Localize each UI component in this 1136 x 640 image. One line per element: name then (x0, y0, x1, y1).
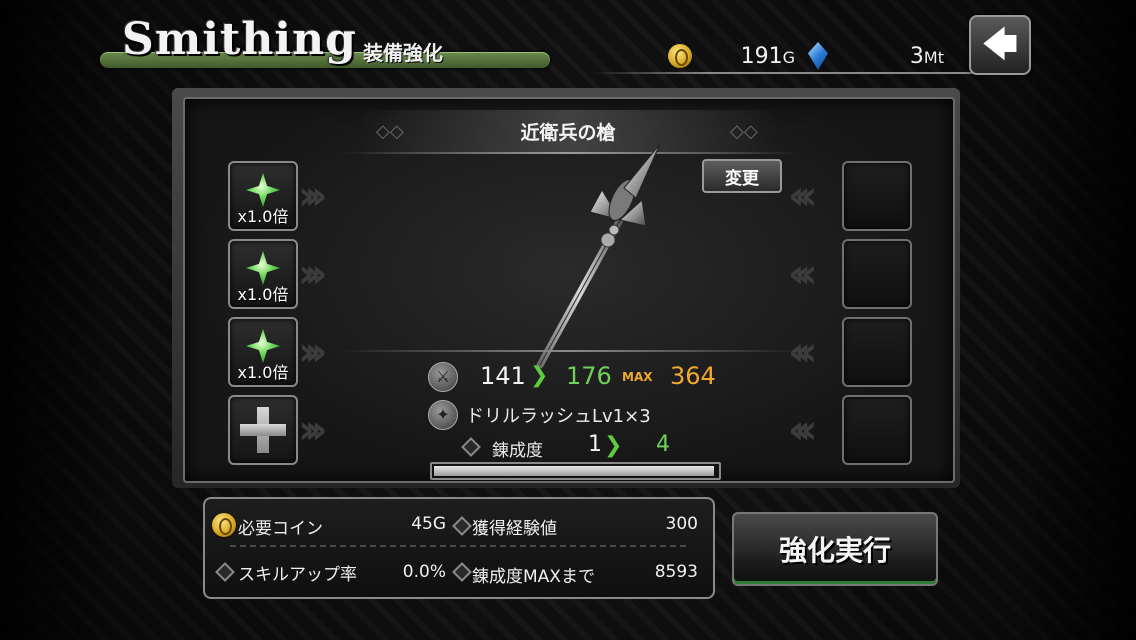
refine-new: 4 (656, 432, 670, 457)
ornament-left-icon: ◇◇ (376, 121, 404, 142)
info-divider (230, 545, 690, 547)
execute-enhance-button[interactable]: 強化実行 (732, 512, 938, 586)
material-multiplier: x1.0倍 (237, 363, 289, 382)
green-gem-icon (246, 329, 280, 363)
chevron-left-icon: ‹‹‹ (788, 407, 818, 453)
stats-divider (340, 350, 800, 352)
skill-icon: ✦ (428, 400, 458, 430)
refine-progress-fill (434, 466, 715, 476)
skillup-label: スキルアップ率 (238, 565, 357, 585)
coin-label: 必要コイン (238, 519, 323, 539)
refine-max-value: 8593 (654, 562, 698, 582)
chevron-right-icon: ››› (298, 173, 328, 219)
chevron-left-icon: ‹‹‹ (788, 329, 818, 375)
chevron-right-icon: ››› (298, 251, 328, 297)
chevron-right-icon: ››› (298, 407, 328, 453)
change-weapon-button[interactable]: 変更 (702, 159, 782, 193)
page-subtitle: 装備強化 (363, 41, 443, 65)
gold-amount: 191G (740, 44, 795, 69)
currency-divider (590, 72, 990, 74)
mt-amount: 3Mt (909, 44, 944, 69)
material-multiplier: x1.0倍 (237, 285, 289, 304)
refine-label: 錬成度 (492, 441, 543, 461)
exp-value: 300 (665, 514, 698, 534)
back-button[interactable]: 🡄 (969, 15, 1031, 75)
material-multiplier: x1.0倍 (237, 207, 289, 226)
attack-max: 364 (670, 362, 716, 390)
gold-coin-icon (668, 44, 692, 68)
material-slot-1[interactable]: x1.0倍 (228, 161, 298, 231)
refine-max-label: 錬成度MAXまで (472, 567, 595, 587)
attack-new: 176 (566, 362, 612, 390)
chevron-left-icon: ‹‹‹ (788, 251, 818, 297)
sword-icon: ⚔ (428, 362, 458, 392)
arrow-right-icon: ❯ (530, 363, 549, 388)
spear-weapon-image (536, 143, 661, 369)
material-slot-2[interactable]: x1.0倍 (228, 239, 298, 309)
green-gem-icon (246, 173, 280, 207)
plus-icon (240, 407, 286, 453)
empty-slot-2[interactable] (842, 239, 912, 309)
skillup-value: 0.0% (402, 562, 446, 582)
chevron-right-icon: ››› (298, 329, 328, 375)
coin-value: 45G (411, 514, 446, 534)
max-label: MAX (622, 370, 653, 384)
ornament-right-icon: ◇◇ (730, 121, 758, 142)
empty-slot-3[interactable] (842, 317, 912, 387)
attack-current: 141 (480, 362, 526, 390)
skill-name: ドリルラッシュLv1×3 (466, 406, 651, 427)
material-slot-3[interactable]: x1.0倍 (228, 317, 298, 387)
refine-progress-bar (430, 462, 721, 480)
empty-slot-4[interactable] (842, 395, 912, 465)
back-arrow-icon: 🡄 (982, 25, 1018, 65)
arrow-right-icon: ❯ (604, 433, 623, 458)
add-material-button[interactable] (228, 395, 298, 465)
gold-coin-icon (212, 513, 236, 537)
page-title: Smithing (122, 14, 357, 65)
refine-current: 1 (588, 432, 602, 457)
chevron-left-icon: ‹‹‹ (788, 173, 818, 219)
empty-slot-1[interactable] (842, 161, 912, 231)
green-gem-icon (246, 251, 280, 285)
exp-label: 獲得経験値 (472, 519, 557, 539)
